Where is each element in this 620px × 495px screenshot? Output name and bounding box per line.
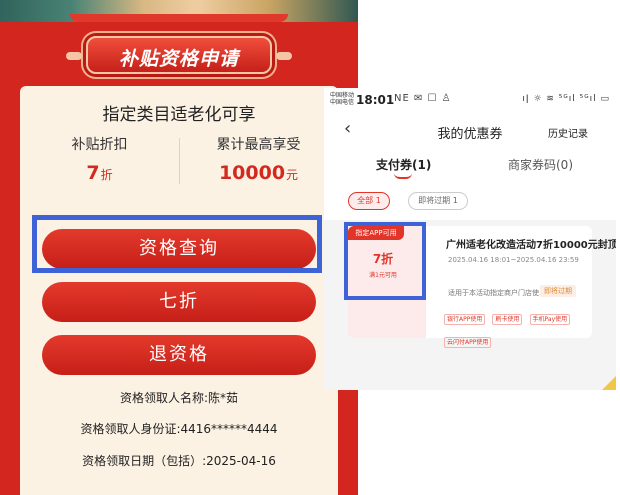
page-title: 补贴资格申请 bbox=[118, 48, 239, 70]
active-tab-indicator bbox=[394, 173, 412, 179]
ribbon-left-icon bbox=[66, 52, 82, 60]
recipient-name: 资格领取人名称:陈*茹 bbox=[119, 391, 239, 405]
filter-expiring[interactable]: 即将过期 1 bbox=[408, 192, 468, 210]
cancel-eligibility-button[interactable]: 退资格 bbox=[42, 335, 316, 375]
signal-battery-icons: ıǀ ☼ ≋ ⁵ᴳıl ⁵ᴳıl ▭ bbox=[522, 94, 610, 104]
channel-tag: 手机Pay使用 bbox=[529, 314, 571, 325]
highlight-box bbox=[32, 215, 322, 273]
banner-decoration bbox=[0, 0, 358, 22]
max-stat: 累计最高享受 10000元 bbox=[179, 134, 338, 184]
card-header: 指定类目适老化可享 bbox=[102, 105, 256, 125]
max-value: 10000元 bbox=[179, 162, 338, 184]
channel-tag: 刷卡使用 bbox=[492, 314, 523, 325]
channel-tag: 银行APP使用 bbox=[444, 314, 486, 325]
discount-stat: 补贴折扣 7折 bbox=[20, 134, 179, 184]
channel-tag: 云闪付APP使用 bbox=[444, 337, 492, 348]
claim-date: 资格领取日期（包括）:2025-04-16 bbox=[82, 454, 276, 468]
status-time: 18:01 bbox=[356, 93, 395, 107]
recipient-id: 资格领取人身份证:4416******4444 bbox=[80, 422, 278, 436]
coupon-tabs: 支付券(1) 商家券码(0) bbox=[324, 146, 616, 186]
ribbon-right-icon bbox=[276, 52, 292, 60]
tab-merchant-codes[interactable]: 商家券码(0) bbox=[508, 156, 573, 173]
coupon-scope: 适用于本活动指定商户门店使... bbox=[448, 289, 546, 297]
coupon-date: 2025.04.16 18:01~2025.04.16 23:59 bbox=[448, 256, 579, 264]
discount-unit: 折 bbox=[100, 168, 113, 182]
notification-icons: NE ✉ ☐ ♙ bbox=[394, 93, 452, 104]
discount-number: 7 bbox=[86, 162, 100, 184]
coupon-name: 广州适老化改造活动7折10000元封顶 bbox=[446, 240, 616, 251]
carrier-label: 中国移动 中国电信 bbox=[330, 92, 355, 106]
status-bar: 中国移动 中国电信 18:01 NE ✉ ☐ ♙ ıǀ ☼ ≋ ⁵ᴳıl ⁵ᴳı… bbox=[324, 88, 616, 112]
filter-bar: 全部 1 即将过期 1 bbox=[324, 186, 616, 220]
max-unit: 元 bbox=[286, 168, 299, 182]
tab-payment-coupons[interactable]: 支付券(1) bbox=[376, 156, 431, 173]
title-frame: 补贴资格申请 bbox=[66, 36, 292, 74]
subsidy-card: 指定类目适老化可享 补贴折扣 7折 累计最高享受 10000元 资格查询 七折 … bbox=[20, 86, 338, 495]
discount-label: 补贴折扣 bbox=[71, 137, 128, 153]
expiring-badge: 即将过期 bbox=[540, 285, 576, 297]
history-link[interactable]: 历史记录 bbox=[548, 125, 588, 140]
channel-tags: 银行APP使用 刷卡使用 手机Pay使用 云闪付APP使用 bbox=[444, 306, 594, 352]
max-number: 10000 bbox=[218, 162, 286, 184]
filter-all[interactable]: 全部 1 bbox=[348, 192, 390, 210]
nav-bar: ‹ 我的优惠券 历史记录 bbox=[324, 112, 616, 146]
max-label: 累计最高享受 bbox=[216, 137, 301, 153]
highlight-box bbox=[344, 222, 426, 300]
seventy-percent-button[interactable]: 七折 bbox=[42, 282, 316, 322]
corner-decoration bbox=[602, 376, 616, 390]
discount-value: 7折 bbox=[20, 162, 179, 184]
